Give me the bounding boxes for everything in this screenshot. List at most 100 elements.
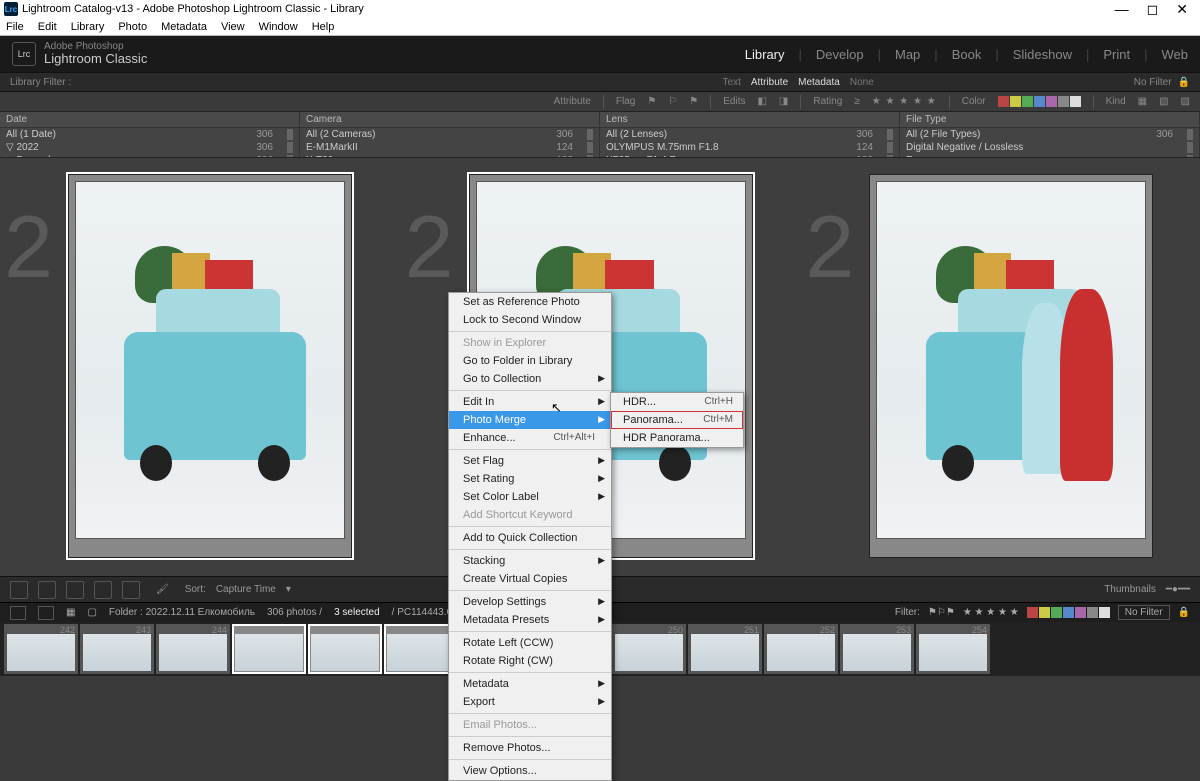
filmstrip-thumb[interactable]: 253 (840, 624, 914, 674)
nav-fwd-button[interactable] (38, 606, 54, 620)
nav-back-button[interactable] (10, 606, 26, 620)
minimize-icon[interactable]: — (1115, 1, 1129, 18)
filmstrip-thumb[interactable]: 245 (232, 624, 306, 674)
module-print[interactable]: Print (1103, 47, 1130, 62)
color-swatch-green[interactable] (1022, 96, 1033, 107)
filter-row[interactable]: All (2 Cameras)306 (300, 128, 599, 141)
filter-row[interactable]: All (2 Lenses)306 (600, 128, 899, 141)
filter-row[interactable]: E-M1MarkII124 (300, 141, 599, 154)
menu-item[interactable]: Develop Settings▶ (449, 593, 611, 611)
status-path[interactable]: Folder : 2022.12.11 Елкомобиль (109, 607, 255, 618)
color-swatch-blue[interactable] (1034, 96, 1045, 107)
thumb-size-slider[interactable]: ━●━━ (1166, 584, 1190, 595)
module-slideshow[interactable]: Slideshow (1013, 47, 1072, 62)
close-icon[interactable]: ✕ (1176, 1, 1188, 18)
menu-item[interactable]: Enhance...Ctrl+Alt+I (449, 429, 611, 447)
menu-item[interactable]: Set as Reference Photo (449, 293, 611, 311)
compare-view-icon[interactable] (66, 581, 84, 599)
rating-stars[interactable]: ★ ★ ★ ★ ★ (872, 96, 937, 107)
color-swatch-purple[interactable] (1075, 607, 1086, 618)
menu-view[interactable]: View (221, 21, 245, 33)
menu-item[interactable]: Export▶ (449, 693, 611, 711)
menu-item[interactable]: Remove Photos... (449, 739, 611, 757)
filter-col-head[interactable]: File Type (900, 112, 1199, 128)
module-develop[interactable]: Develop (816, 47, 864, 62)
submenu-item[interactable]: HDR Panorama... (611, 429, 743, 447)
menu-item[interactable]: Go to Collection▶ (449, 370, 611, 388)
menu-item[interactable]: Photo Merge▶ (449, 411, 611, 429)
menu-item[interactable]: Set Rating▶ (449, 470, 611, 488)
people-view-icon[interactable] (122, 581, 140, 599)
no-filter-button[interactable]: No Filter (1118, 605, 1170, 620)
loupe-view-icon[interactable] (38, 581, 56, 599)
menu-photo[interactable]: Photo (118, 21, 147, 33)
color-swatch-purple[interactable] (1046, 96, 1057, 107)
module-map[interactable]: Map (895, 47, 920, 62)
edits-yes-icon[interactable]: ◧ (757, 96, 766, 107)
filter-flag-icon[interactable]: ⚑⚐⚑ (928, 607, 955, 618)
flag-picked-icon[interactable]: ⚑ (647, 96, 656, 107)
filmstrip-thumb[interactable]: 247 (384, 624, 458, 674)
menu-file[interactable]: File (6, 21, 24, 33)
sort-value[interactable]: Capture Time (216, 584, 276, 595)
menu-edit[interactable]: Edit (38, 21, 57, 33)
filmstrip-thumb[interactable]: 250 (612, 624, 686, 674)
filter-col-head[interactable]: Camera (300, 112, 599, 128)
filter-row[interactable]: Digital Negative / Lossless (900, 141, 1199, 154)
submenu-item[interactable]: Panorama...Ctrl+M (611, 411, 743, 429)
survey-view-icon[interactable] (94, 581, 112, 599)
color-swatch-blue[interactable] (1063, 607, 1074, 618)
menu-item[interactable]: Create Virtual Copies (449, 570, 611, 588)
filmstrip-thumb[interactable]: 254 (916, 624, 990, 674)
menu-window[interactable]: Window (259, 21, 298, 33)
filter-tab-metadata[interactable]: Metadata (798, 77, 840, 88)
filmstrip-thumb[interactable]: 252 (764, 624, 838, 674)
color-swatch-white[interactable] (1099, 607, 1110, 618)
color-swatch-yellow[interactable] (1039, 607, 1050, 618)
menu-item[interactable]: Add to Quick Collection (449, 529, 611, 547)
kind-video-icon[interactable]: ▨ (1181, 96, 1190, 107)
grid-cell[interactable] (869, 174, 1153, 558)
menu-item[interactable]: Rotate Left (CCW) (449, 634, 611, 652)
color-swatch-white[interactable] (1070, 96, 1081, 107)
menu-item[interactable]: View Options... (449, 762, 611, 780)
menu-item[interactable]: Edit In▶ (449, 393, 611, 411)
filmstrip-thumb[interactable]: 243 (80, 624, 154, 674)
flag-rejected-icon[interactable]: ⚑ (689, 96, 698, 107)
color-swatch-red[interactable] (1027, 607, 1038, 618)
color-swatch-green[interactable] (1051, 607, 1062, 618)
filter-tab-attribute[interactable]: Attribute (751, 77, 788, 88)
filmstrip-thumb[interactable]: 242 (4, 624, 78, 674)
menu-library[interactable]: Library (71, 21, 105, 33)
menu-item[interactable]: Rotate Right (CW) (449, 652, 611, 670)
menu-item[interactable]: Set Flag▶ (449, 452, 611, 470)
menu-item[interactable]: Stacking▶ (449, 552, 611, 570)
filmstrip-thumb[interactable]: 251 (688, 624, 762, 674)
color-swatch-gray[interactable] (1058, 96, 1069, 107)
menu-item[interactable]: Metadata Presets▶ (449, 611, 611, 629)
second-window-icon[interactable]: ▢ (87, 607, 96, 618)
sort-dir-icon[interactable]: ▾ (286, 584, 291, 595)
painter-icon[interactable]: 🖌 (156, 584, 169, 595)
menu-help[interactable]: Help (312, 21, 335, 33)
menu-item[interactable]: Go to Folder in Library (449, 352, 611, 370)
kind-virtual-icon[interactable]: ▧ (1159, 96, 1168, 107)
filter-col-head[interactable]: Lens (600, 112, 899, 128)
filter-tab-text[interactable]: Text (723, 77, 741, 88)
grid-mode-icon[interactable]: ▦ (66, 607, 75, 618)
lock-icon[interactable]: 🔒 (1178, 77, 1190, 88)
filter-stars[interactable]: ★ ★ ★ ★ ★ (963, 607, 1019, 618)
filter-row[interactable]: All (2 File Types)306 (900, 128, 1199, 141)
menu-item[interactable]: Lock to Second Window (449, 311, 611, 329)
module-library[interactable]: Library (745, 47, 785, 62)
kind-master-icon[interactable]: ▦ (1138, 96, 1147, 107)
filter-tab-none[interactable]: None (850, 77, 874, 88)
color-swatch-red[interactable] (998, 96, 1009, 107)
rating-op[interactable]: ≥ (854, 96, 860, 107)
module-web[interactable]: Web (1162, 47, 1189, 62)
filter-row[interactable]: OLYMPUS M.75mm F1.8124 (600, 141, 899, 154)
filmstrip-thumb[interactable]: 244 (156, 624, 230, 674)
filter-lock-icon[interactable]: 🔒 (1178, 607, 1190, 618)
edits-no-icon[interactable]: ◨ (779, 96, 788, 107)
menu-item[interactable]: Set Color Label▶ (449, 488, 611, 506)
